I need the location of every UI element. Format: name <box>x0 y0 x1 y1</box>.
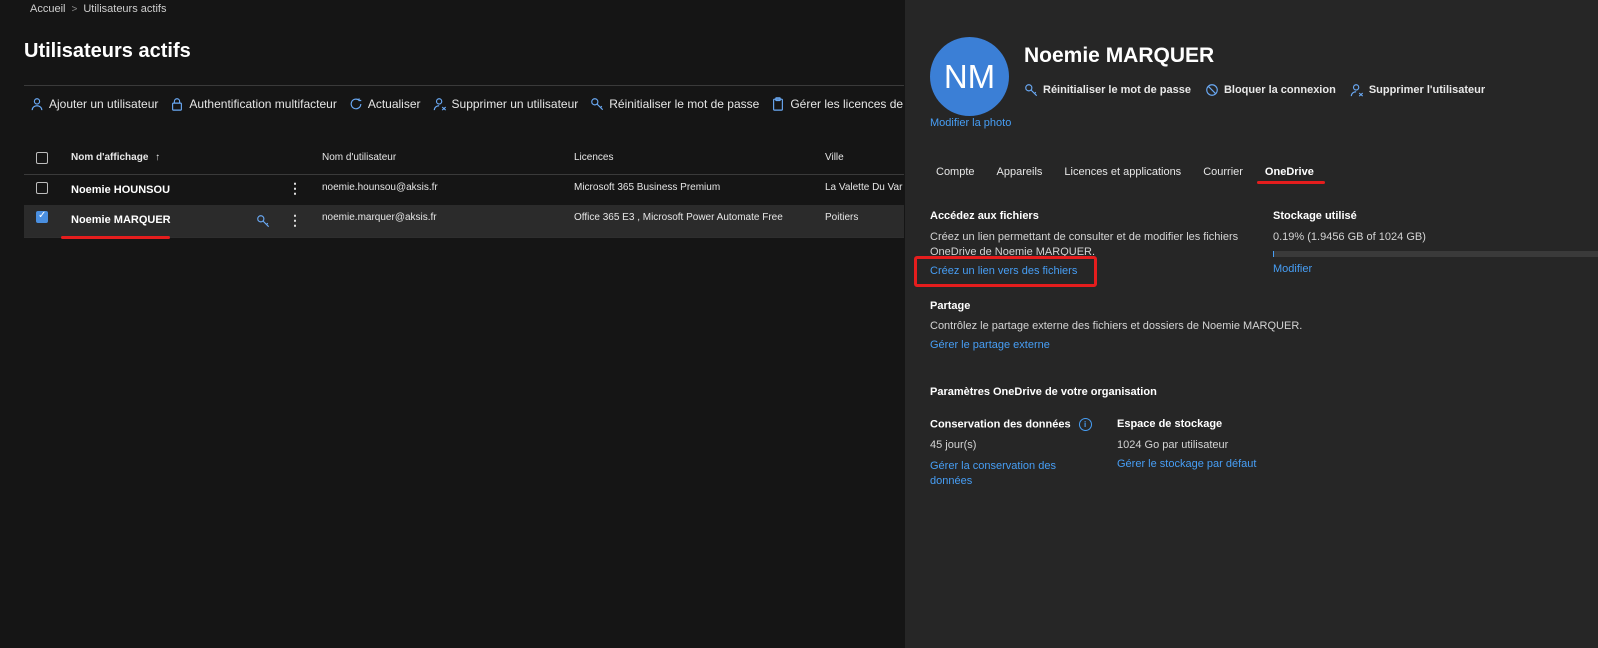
user-licenses: Office 365 E3 , Microsoft Power Automate… <box>574 212 783 223</box>
modify-storage-link[interactable]: Modifier <box>1273 263 1312 275</box>
tab-courrier[interactable]: Courrier <box>1203 166 1243 184</box>
tab-licences-et-applications[interactable]: Licences et applications <box>1064 166 1181 184</box>
lock-icon <box>172 98 183 111</box>
info-icon[interactable]: i <box>1078 418 1092 431</box>
key-icon[interactable] <box>256 214 270 228</box>
key-icon <box>591 98 604 111</box>
panel-actions: Réinitialiser le mot de passe Bloquer la… <box>1024 83 1485 97</box>
breadcrumb-current: Utilisateurs actifs <box>83 3 167 15</box>
display-name-header-label: Nom d'affichage <box>71 152 149 163</box>
more-options-icon[interactable]: ⋮ <box>288 213 302 227</box>
column-header-username[interactable]: Nom d'utilisateur <box>322 152 396 163</box>
annotation-underline <box>1257 181 1325 184</box>
chevron-right-icon: > <box>71 3 78 15</box>
divider <box>24 85 904 86</box>
retention-title: Conservation des données i <box>930 418 1092 431</box>
access-files-title: Accédez aux fichiers <box>930 210 1039 222</box>
panel-user-name: Noemie MARQUER <box>1024 44 1215 67</box>
tab-appareils[interactable]: Appareils <box>997 166 1043 184</box>
panel-reset-password-button[interactable]: Réinitialiser le mot de passe <box>1024 83 1191 97</box>
storage-progress-fill <box>1273 251 1274 257</box>
panel-delete-user-button[interactable]: Supprimer l'utilisateur <box>1350 83 1485 97</box>
more-options-icon[interactable]: ⋮ <box>288 181 302 195</box>
refresh-icon <box>350 98 362 110</box>
table-row[interactable]: Noemie HOUNSOU ⋮ noemie.hounsou@aksis.fr… <box>24 175 904 206</box>
reset-password-button[interactable]: Réinitialiser le mot de passe <box>590 97 759 111</box>
manage-default-storage-link[interactable]: Gérer le stockage par défaut <box>1117 458 1256 470</box>
storage-used-title: Stockage utilisé <box>1273 210 1357 222</box>
remove-user-icon <box>1350 84 1363 97</box>
add-user-button[interactable]: Ajouter un utilisateur <box>30 97 158 111</box>
remove-user-icon <box>433 98 446 111</box>
block-signin-button[interactable]: Bloquer la connexion <box>1205 83 1336 97</box>
sort-ascending-icon[interactable]: ↑ <box>155 152 160 163</box>
manage-retention-link[interactable]: Gérer la conservation des données <box>930 459 1056 489</box>
refresh-button[interactable]: Actualiser <box>349 97 421 111</box>
row-checkbox[interactable] <box>36 210 48 223</box>
block-icon <box>1206 84 1218 96</box>
block-signin-label: Bloquer la connexion <box>1223 84 1336 96</box>
manage-retention-link-line2: données <box>930 475 973 487</box>
breadcrumb-home[interactable]: Accueil <box>30 3 65 15</box>
manage-retention-link-line1: Gérer la conservation des <box>930 460 1056 472</box>
retention-title-label: Conservation des données <box>930 418 1071 431</box>
annotation-underline <box>61 236 170 239</box>
user-city: Poitiers <box>825 212 859 223</box>
panel-delete-user-label: Supprimer l'utilisateur <box>1368 84 1486 96</box>
refresh-label: Actualiser <box>367 97 421 111</box>
annotation-box <box>914 256 1097 287</box>
reset-password-label: Réinitialiser le mot de passe <box>609 97 760 111</box>
delete-user-button[interactable]: Supprimer un utilisateur <box>433 97 579 111</box>
access-files-description-line1: Créez un lien permettant de consulter et… <box>930 231 1239 243</box>
key-icon <box>1025 84 1038 97</box>
storage-space-value: 1024 Go par utilisateur <box>1117 439 1229 451</box>
table-header: Nom d'affichage ↑ Nom d'utilisateur Lice… <box>24 150 904 168</box>
panel-reset-password-label: Réinitialiser le mot de passe <box>1043 84 1191 96</box>
add-user-icon <box>31 98 43 111</box>
column-header-city[interactable]: Ville <box>825 152 844 163</box>
org-settings-title: Paramètres OneDrive de votre organisatio… <box>930 386 1157 398</box>
mfa-button[interactable]: Authentification multifacteur <box>170 97 337 111</box>
user-city: La Valette Du Var <box>825 182 903 193</box>
manage-external-sharing-link[interactable]: Gérer le partage externe <box>930 339 1050 351</box>
row-checkbox[interactable] <box>36 182 48 194</box>
select-all-checkbox[interactable] <box>36 152 48 164</box>
user-display-name[interactable]: Noemie MARQUER <box>71 214 171 226</box>
user-licenses: Microsoft 365 Business Premium <box>574 182 721 193</box>
sharing-title: Partage <box>930 300 971 312</box>
column-header-display-name[interactable]: Nom d'affichage ↑ <box>71 152 160 163</box>
user-username: noemie.marquer@aksis.fr <box>322 212 437 223</box>
clipboard-icon <box>773 97 784 111</box>
page-title: Utilisateurs actifs <box>24 40 191 62</box>
user-display-name[interactable]: Noemie HOUNSOU <box>71 184 170 196</box>
mfa-label: Authentification multifacteur <box>189 97 337 111</box>
retention-value: 45 jour(s) <box>930 439 977 451</box>
table-row[interactable]: Noemie MARQUER ⋮ noemie.marquer@aksis.fr… <box>24 205 904 238</box>
sharing-description: Contrôlez le partage externe des fichier… <box>930 320 1303 332</box>
storage-progress-bar <box>1273 251 1598 257</box>
delete-user-label: Supprimer un utilisateur <box>451 97 579 111</box>
avatar: NM <box>930 37 1009 116</box>
column-header-licenses[interactable]: Licences <box>574 152 613 163</box>
toolbar: Ajouter un utilisateur Authentification … <box>30 96 961 112</box>
storage-space-title: Espace de stockage <box>1117 418 1223 430</box>
modify-photo-link[interactable]: Modifier la photo <box>930 117 1011 129</box>
tab-compte[interactable]: Compte <box>936 166 975 184</box>
user-username: noemie.hounsou@aksis.fr <box>322 182 438 193</box>
add-user-label: Ajouter un utilisateur <box>49 97 159 111</box>
storage-usage-text: 0.19% (1.9456 GB of 1024 GB) <box>1273 231 1426 243</box>
breadcrumb: Accueil > Utilisateurs actifs <box>30 3 166 15</box>
